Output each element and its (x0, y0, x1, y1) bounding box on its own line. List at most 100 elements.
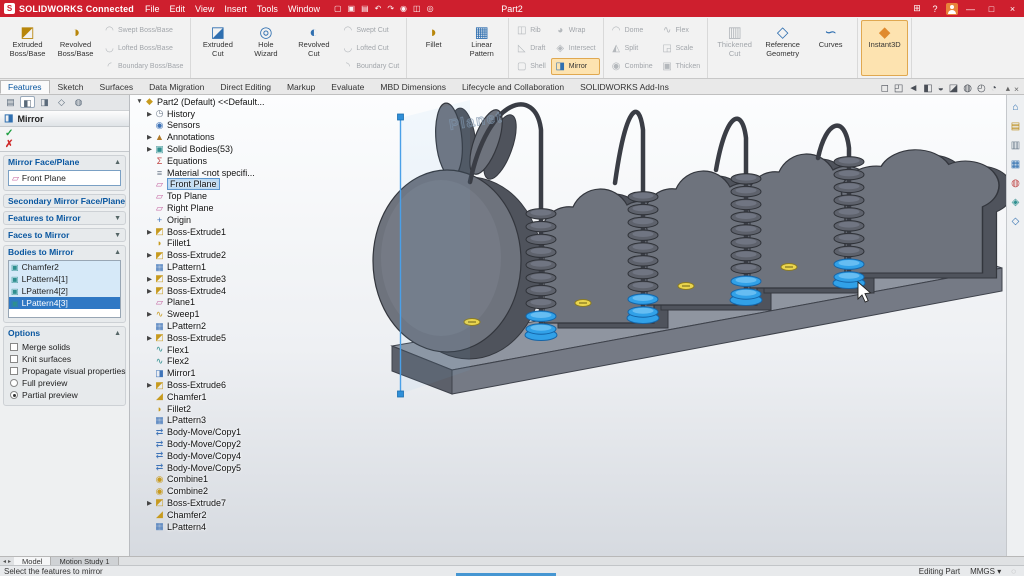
scroll-left-icon[interactable]: ◂ (3, 558, 6, 565)
tree-item-right-plane[interactable]: ▱Right Plane (145, 202, 310, 214)
ribbon-thickened-cut-button[interactable]: ▥ThickenedCut (711, 20, 758, 76)
group-header[interactable]: Bodies to Mirror ▲ (4, 246, 125, 258)
bodies-list-item[interactable]: ▣LPattern4[3] (9, 297, 120, 309)
ribbon-lofted-boss-button[interactable]: ◡Lofted Boss/Base (100, 40, 187, 57)
ribbon-revolved-cut-button[interactable]: ◐RevolvedCut (290, 20, 337, 76)
tree-item-equations[interactable]: ΣEquations (145, 155, 310, 167)
tree-item-boss-extrude7[interactable]: ▶◩Boss-Extrude7 (145, 497, 310, 509)
group-header[interactable]: Features to Mirror ▼ (4, 212, 125, 224)
group-header[interactable]: Mirror Face/Plane ▲ (4, 156, 125, 168)
units-selector[interactable]: MMGS ▾ (970, 567, 1001, 576)
print-icon[interactable]: ▤ (358, 4, 372, 13)
tree-item-history[interactable]: ▶◷History (145, 108, 310, 120)
ribbon-boundary-cut-button[interactable]: ◝Boundary Cut (338, 58, 403, 75)
ribbon-rib-button[interactable]: ◫Rib (512, 22, 550, 39)
tree-item-annotations[interactable]: ▶▲Annotations (145, 131, 310, 143)
checkbox-propagate-visual-properties[interactable] (10, 367, 18, 375)
expand-arrow[interactable]: ▶ (145, 310, 154, 318)
pattern-marker[interactable] (575, 300, 591, 307)
ribbon-shell-button[interactable]: ▢Shell (512, 58, 550, 75)
close-button[interactable]: × (1004, 4, 1021, 14)
menu-file[interactable]: File (140, 4, 165, 14)
forum-icon[interactable]: ◇ (1012, 216, 1020, 227)
tree-item-fillet2[interactable]: ◗Fillet2 (145, 403, 310, 415)
ribbon-reference-geometry-button[interactable]: ◇ReferenceGeometry (759, 20, 806, 76)
radio-full-preview[interactable] (10, 379, 18, 387)
expand-arrow[interactable]: ▶ (145, 287, 154, 295)
ribbon-thicken-button[interactable]: ▣Thicken (658, 58, 705, 75)
tree-item-boss-extrude2[interactable]: ▶◩Boss-Extrude2 (145, 249, 310, 261)
bodies-list-item[interactable]: ▣Chamfer2 (9, 261, 120, 273)
menu-insert[interactable]: Insert (219, 4, 252, 14)
ribbon-curves-button[interactable]: ∽Curves (807, 20, 854, 76)
ribbon-linear-pattern-button[interactable]: ▦LinearPattern (458, 20, 505, 76)
tree-item-flex2[interactable]: ∿Flex2 (145, 356, 310, 368)
tree-item-lpattern2[interactable]: ▦LPattern2 (145, 320, 310, 332)
expand-arrow[interactable]: ▶ (145, 228, 154, 236)
ribbon-scale-button[interactable]: ◲Scale (658, 40, 705, 57)
pattern-marker[interactable] (678, 283, 694, 290)
ribbon-swept-cut-button[interactable]: ◠Swept Cut (338, 22, 403, 39)
scroll-right-icon[interactable]: ▸ (8, 558, 11, 565)
ribbon-mirror-button[interactable]: ◨Mirror (551, 58, 600, 75)
tree-item-flex1[interactable]: ∿Flex1 (145, 344, 310, 356)
ribbon-wrap-button[interactable]: ◕Wrap (551, 22, 600, 39)
file-explorer-icon[interactable]: ▥ (1011, 140, 1020, 151)
menu-window[interactable]: Window (283, 4, 325, 14)
expand-arrow[interactable]: ▶ (145, 133, 154, 141)
ribbon-flex-button[interactable]: ∿Flex (658, 22, 705, 39)
radio-partial-preview[interactable] (10, 391, 18, 399)
tree-item-material-not-specifi[interactable]: ≡Material <not specifi... (145, 167, 310, 179)
tree-item-part2-default-default[interactable]: ▼◆Part2 (Default) <<Default... (135, 96, 310, 108)
options-icon[interactable]: ◫ (410, 4, 424, 13)
ribbon-revolved-boss-button[interactable]: ◑RevolvedBoss/Base (52, 20, 99, 76)
feature-manager-tab[interactable]: ▤ (3, 96, 18, 108)
menu-view[interactable]: View (190, 4, 219, 14)
ok-button[interactable]: ✓ (5, 128, 124, 139)
ribbon-draft-button[interactable]: ◺Draft (512, 40, 550, 57)
expand-arrow[interactable]: ▶ (145, 499, 154, 507)
tree-item-combine2[interactable]: ◉Combine2 (145, 485, 310, 497)
display-style-icon[interactable]: ◪ (949, 83, 958, 94)
tree-item-mirror1[interactable]: ◨Mirror1 (145, 367, 310, 379)
expand-arrow[interactable]: ▶ (145, 381, 154, 389)
rebuild-icon[interactable]: ◉ (397, 4, 410, 13)
hide-show-items-icon[interactable]: ◒ (938, 83, 944, 94)
zoom-area-icon[interactable]: ◰ (894, 83, 903, 94)
section-view-icon[interactable]: ◧ (923, 83, 932, 94)
tree-item-chamfer2[interactable]: ◢Chamfer2 (145, 509, 310, 521)
mirror-plane-field[interactable]: ▱ Front Plane (8, 170, 121, 186)
expand-arrow[interactable]: ▶ (145, 251, 154, 259)
tree-item-lpattern4[interactable]: ▦LPattern4 (145, 521, 310, 533)
view-orientation-icon[interactable]: ◴ (977, 83, 986, 94)
new-document-icon[interactable]: ▢ (331, 4, 345, 13)
tree-item-boss-extrude4[interactable]: ▶◩Boss-Extrude4 (145, 285, 310, 297)
tree-item-lpattern1[interactable]: ▦LPattern1 (145, 261, 310, 273)
display-manager-tab[interactable]: ◍ (71, 96, 86, 108)
ribbon-dome-button[interactable]: ◠Dome (607, 22, 657, 39)
help-icon[interactable]: ? (928, 4, 942, 14)
home-icon[interactable]: ⌂ (1012, 102, 1018, 113)
edit-appearance-icon[interactable]: ◍ (963, 83, 972, 94)
collapse-ribbon-icon[interactable]: ▴ (1002, 83, 1014, 94)
tab-features[interactable]: Features (0, 80, 50, 94)
tree-item-body-move-copy5[interactable]: ⇄Body-Move/Copy5 (145, 462, 310, 474)
close-pane-icon[interactable]: × (1014, 84, 1024, 94)
bodies-to-mirror-list[interactable]: ▣Chamfer2▣LPattern4[1]▣LPattern4[2]▣LPat… (8, 260, 121, 318)
tree-item-sensors[interactable]: ◉Sensors (145, 120, 310, 132)
tree-item-boss-extrude6[interactable]: ▶◩Boss-Extrude6 (145, 379, 310, 391)
save-icon[interactable]: ▣ (345, 4, 359, 13)
expand-arrow[interactable]: ▶ (145, 145, 154, 153)
ribbon-extruded-cut-button[interactable]: ◪ExtrudedCut (194, 20, 241, 76)
ribbon-swept-boss-button[interactable]: ◠Swept Boss/Base (100, 22, 187, 39)
menu-edit[interactable]: Edit (165, 4, 191, 14)
tree-item-top-plane[interactable]: ▱Top Plane (145, 190, 310, 202)
apps-grid-icon[interactable]: ⊞ (910, 3, 924, 14)
redo-icon[interactable]: ↷ (384, 4, 397, 13)
tab-evaluate[interactable]: Evaluate (323, 80, 372, 94)
group-header[interactable]: Options ▲ (4, 327, 125, 339)
plane-handle[interactable] (398, 391, 404, 397)
expand-arrow[interactable]: ▶ (145, 110, 154, 118)
checkbox-merge-solids[interactable] (10, 343, 18, 351)
menu-tools[interactable]: Tools (252, 4, 283, 14)
